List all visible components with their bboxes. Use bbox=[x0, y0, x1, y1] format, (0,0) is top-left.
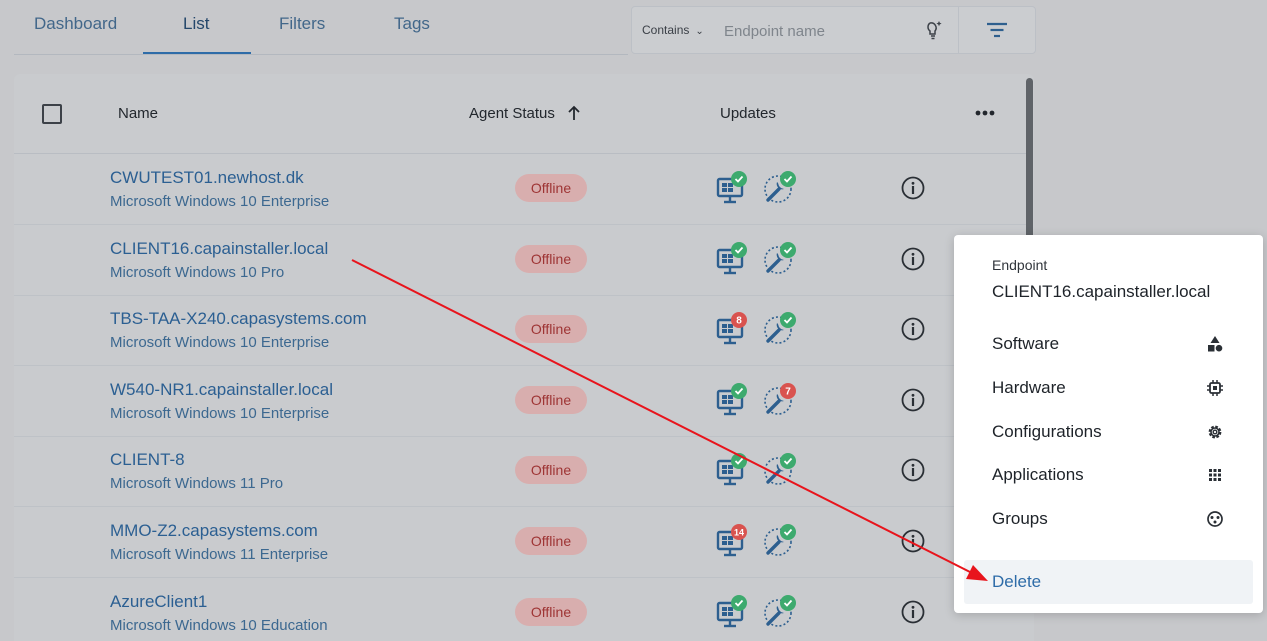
search-mode-dropdown[interactable]: Contains ⌄ bbox=[642, 23, 704, 37]
table-row[interactable]: CLIENT-8 Microsoft Windows 11 Pro Offlin… bbox=[14, 436, 1026, 508]
menu-item-delete[interactable]: Delete bbox=[964, 560, 1253, 604]
column-header-updates[interactable]: Updates bbox=[720, 105, 776, 122]
select-all-checkbox[interactable] bbox=[42, 104, 62, 124]
column-header-name[interactable]: Name bbox=[118, 105, 158, 122]
endpoint-os: Microsoft Windows 10 Enterprise bbox=[110, 334, 330, 352]
windows-update-icon[interactable] bbox=[716, 170, 750, 206]
menu-item-applications[interactable]: Applications bbox=[954, 453, 1263, 497]
info-icon[interactable] bbox=[901, 388, 925, 412]
menu-item-label: Hardware bbox=[992, 378, 1066, 397]
svg-text:8: 8 bbox=[736, 316, 742, 327]
status-badge: Offline bbox=[515, 597, 587, 626]
table-row[interactable]: TBS-TAA-X240.capasystems.com Microsoft W… bbox=[14, 295, 1026, 367]
search-input[interactable] bbox=[724, 17, 914, 45]
search-divider bbox=[958, 7, 959, 53]
endpoint-os: Microsoft Windows 10 Education bbox=[110, 616, 328, 634]
endpoint-table: Name Agent Status Updates CWUTEST01.newh… bbox=[14, 74, 1034, 641]
endpoint-name-link[interactable]: TBS-TAA-X240.capasystems.com bbox=[110, 309, 367, 329]
search-bar: Contains ⌄ bbox=[631, 6, 1036, 54]
more-options-icon[interactable] bbox=[972, 101, 998, 125]
info-icon[interactable] bbox=[901, 529, 925, 553]
info-icon[interactable] bbox=[901, 458, 925, 482]
software-update-icon[interactable] bbox=[763, 311, 797, 347]
endpoint-os: Microsoft Windows 10 Enterprise bbox=[110, 404, 330, 422]
view-tabs: Dashboard List Filters Tags bbox=[14, 0, 628, 55]
svg-text:14: 14 bbox=[734, 528, 744, 538]
endpoint-name-link[interactable]: CLIENT16.capainstaller.local bbox=[110, 239, 328, 259]
software-update-icon[interactable] bbox=[763, 241, 797, 277]
status-badge: Offline bbox=[515, 174, 587, 202]
menu-item-label: Delete bbox=[992, 572, 1042, 591]
menu-item-label: Software bbox=[992, 334, 1060, 353]
sort-ascending-icon[interactable] bbox=[566, 104, 582, 122]
windows-update-icon[interactable] bbox=[716, 452, 750, 488]
endpoint-os: Microsoft Windows 11 Enterprise bbox=[110, 546, 329, 563]
tab-list[interactable]: List bbox=[183, 14, 209, 34]
endpoint-name-link[interactable]: MMO-Z2.capasystems.com bbox=[110, 521, 318, 541]
group-icon bbox=[1207, 511, 1223, 527]
tab-tags[interactable]: Tags bbox=[394, 14, 430, 34]
status-badge: Offline bbox=[515, 315, 587, 344]
menu-item-configurations[interactable]: Configurations bbox=[954, 410, 1263, 454]
software-update-icon[interactable]: 7 bbox=[763, 382, 797, 418]
table-row[interactable]: W540-NR1.capainstaller.local Microsoft W… bbox=[14, 366, 1026, 437]
menu-item-label: Configurations bbox=[992, 422, 1102, 441]
tab-dashboard[interactable]: Dashboard bbox=[34, 14, 117, 34]
table-row[interactable]: AzureClient1 Microsoft Windows 10 Educat… bbox=[14, 578, 1026, 641]
endpoint-os: Microsoft Windows 10 Enterprise bbox=[110, 193, 330, 210]
software-update-icon[interactable] bbox=[763, 594, 797, 630]
filter-icon[interactable] bbox=[972, 15, 1022, 45]
menu-item-label: Applications bbox=[992, 465, 1084, 484]
info-icon[interactable] bbox=[901, 247, 925, 271]
table-row[interactable]: MMO-Z2.capasystems.com Microsoft Windows… bbox=[14, 507, 1026, 578]
status-badge: Offline bbox=[515, 456, 587, 485]
table-row[interactable]: CWUTEST01.newhost.dk Microsoft Windows 1… bbox=[14, 154, 1026, 225]
endpoint-name-link[interactable]: CLIENT-8 bbox=[110, 450, 185, 470]
menu-item-software[interactable]: Software bbox=[954, 322, 1263, 366]
tab-filters[interactable]: Filters bbox=[279, 14, 325, 34]
software-update-icon[interactable] bbox=[763, 170, 797, 206]
menu-caption: Endpoint bbox=[992, 257, 1048, 273]
software-update-icon[interactable] bbox=[763, 523, 797, 559]
status-badge: Offline bbox=[515, 527, 587, 555]
status-badge: Offline bbox=[515, 385, 587, 414]
endpoint-name-link[interactable]: W540-NR1.capainstaller.local bbox=[110, 380, 333, 400]
chip-icon bbox=[1207, 380, 1223, 396]
endpoint-os: Microsoft Windows 11 Pro bbox=[110, 475, 284, 493]
table-row[interactable]: CLIENT16.capainstaller.local Microsoft W… bbox=[14, 225, 1026, 296]
windows-update-icon[interactable]: 8 bbox=[716, 311, 750, 347]
info-icon[interactable] bbox=[901, 176, 925, 200]
search-mode-label: Contains bbox=[642, 23, 690, 37]
windows-update-icon[interactable] bbox=[716, 594, 750, 630]
software-update-icon[interactable] bbox=[763, 452, 797, 488]
lightbulb-icon[interactable] bbox=[922, 19, 944, 41]
endpoint-name-link[interactable]: AzureClient1 bbox=[110, 592, 207, 612]
menu-item-label: Groups bbox=[992, 509, 1048, 528]
menu-item-hardware[interactable]: Hardware bbox=[954, 366, 1263, 410]
info-icon[interactable] bbox=[901, 317, 925, 341]
active-tab-indicator bbox=[143, 52, 251, 54]
info-icon[interactable] bbox=[901, 600, 925, 624]
shapes-icon bbox=[1208, 336, 1223, 352]
status-badge: Offline bbox=[515, 244, 587, 273]
svg-text:7: 7 bbox=[785, 386, 791, 397]
endpoint-os: Microsoft Windows 10 Pro bbox=[110, 263, 285, 281]
chevron-down-icon: ⌄ bbox=[695, 26, 704, 37]
table-header: Name Agent Status Updates bbox=[14, 74, 1026, 154]
windows-update-icon[interactable] bbox=[716, 382, 750, 418]
apps-grid-icon bbox=[1209, 469, 1221, 481]
menu-item-groups[interactable]: Groups bbox=[954, 497, 1263, 541]
windows-update-icon[interactable]: 14 bbox=[716, 523, 750, 559]
windows-update-icon[interactable] bbox=[716, 241, 750, 277]
gear-icon bbox=[1208, 425, 1222, 439]
endpoint-name-link[interactable]: CWUTEST01.newhost.dk bbox=[110, 168, 304, 188]
menu-endpoint-name: CLIENT16.capainstaller.local bbox=[992, 282, 1211, 301]
column-header-agent-status[interactable]: Agent Status bbox=[469, 105, 555, 122]
endpoint-context-menu: Endpoint CLIENT16.capainstaller.local So… bbox=[954, 235, 1263, 613]
